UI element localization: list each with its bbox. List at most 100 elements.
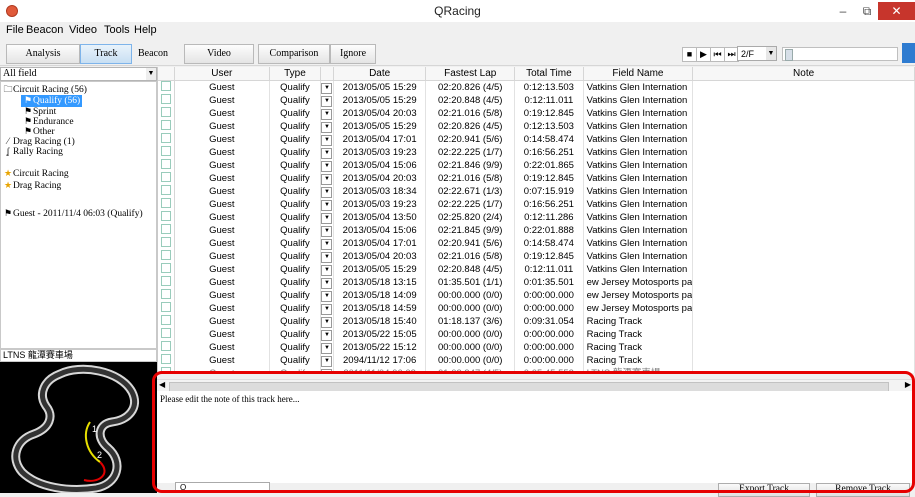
table-row[interactable]: Guest Qualify ▼ 2013/05/04 17:01 02:20.941 (… — [158, 237, 915, 250]
row-checkbox[interactable] — [160, 250, 171, 260]
table-row[interactable]: Guest Qualify ▼ 2013/05/04 17:01 02:20.941 (… — [158, 133, 915, 146]
chevron-down-icon[interactable]: ▼ — [321, 174, 333, 185]
col-type-dd[interactable] — [320, 67, 334, 81]
chevron-down-icon[interactable]: ▼ — [146, 68, 156, 80]
col-note[interactable]: Note — [692, 67, 915, 81]
chevron-down-icon[interactable]: ▼ — [321, 317, 333, 328]
table-row[interactable]: Guest Qualify ▼ 2013/05/18 13:15 01:35.501 (… — [158, 276, 915, 289]
field-filter-select[interactable]: All field — [0, 67, 157, 81]
chevron-down-icon[interactable]: ▼ — [321, 122, 333, 133]
chevron-down-icon[interactable]: ▼ — [321, 291, 333, 302]
scroll-right-icon[interactable]: ▶ — [905, 380, 911, 389]
horizontal-scrollbar[interactable]: ◀ ▶ — [157, 379, 915, 392]
row-checkbox[interactable] — [160, 341, 171, 351]
table-row[interactable]: Guest Qualify ▼ 2013/05/18 14:09 00:00.000 (… — [158, 289, 915, 302]
tree-item-drag-racing-fav[interactable]: ★Drag Racing — [3, 180, 61, 192]
row-checkbox[interactable] — [160, 172, 171, 182]
menu-video[interactable]: Video — [69, 24, 97, 36]
chevron-down-icon[interactable]: ▼ — [321, 135, 333, 146]
chevron-down-icon[interactable]: ▼ — [321, 369, 333, 373]
table-row[interactable]: Guest Qualify ▼ 2013/05/04 20:03 02:21.016 (… — [158, 250, 915, 263]
chevron-down-icon[interactable]: ▼ — [321, 83, 333, 94]
prev-icon[interactable]: ⏮ — [710, 47, 725, 62]
track-note-textarea[interactable]: Please edit the note of this track here.… — [157, 391, 915, 483]
chevron-down-icon[interactable]: ▼ — [321, 304, 333, 315]
export-track-button[interactable]: Export Track — [718, 483, 810, 497]
table-row[interactable]: Guest Qualify ▼ 2013/05/05 15:29 02:20.826 (… — [158, 80, 915, 94]
stop-icon[interactable]: ■ — [682, 47, 697, 62]
tree-item-guest-session[interactable]: ⚑Guest - 2011/11/4 06:03 (Qualify) — [3, 208, 143, 220]
col-field-name[interactable]: Field Name — [583, 67, 694, 81]
table-row[interactable]: Guest Qualify ▼ 2013/05/04 20:03 02:21.016 (… — [158, 172, 915, 185]
menu-help[interactable]: Help — [134, 24, 157, 36]
chevron-down-icon[interactable]: ▼ — [321, 356, 333, 367]
chevron-down-icon[interactable]: ▼ — [321, 200, 333, 211]
row-checkbox[interactable] — [160, 159, 171, 169]
row-checkbox[interactable] — [160, 81, 171, 91]
chevron-down-icon[interactable]: ▼ — [321, 213, 333, 224]
table-row[interactable]: Guest Qualify ▼ 2013/05/04 15:06 02:21.845 (… — [158, 224, 915, 237]
chevron-down-icon[interactable]: ▼ — [321, 330, 333, 341]
row-checkbox[interactable] — [160, 367, 171, 373]
chevron-down-icon[interactable]: ▼ — [321, 187, 333, 198]
menu-beacon[interactable]: Beacon — [26, 24, 63, 36]
chevron-down-icon[interactable]: ▼ — [321, 161, 333, 172]
table-row[interactable]: Guest Qualify ▼ 2013/05/04 20:03 02:21.016 (… — [158, 107, 915, 120]
minimize-button[interactable]: – — [832, 2, 854, 20]
ignore-tab[interactable]: Ignore — [330, 44, 376, 64]
speed-select[interactable]: 2/F ▼ — [737, 46, 777, 61]
row-checkbox[interactable] — [160, 224, 171, 234]
chevron-down-icon[interactable]: ▼ — [321, 278, 333, 289]
chevron-down-icon[interactable]: ▼ — [321, 96, 333, 107]
menu-tools[interactable]: Tools — [104, 24, 130, 36]
table-row[interactable]: Guest Qualify ▼ 2013/05/05 15:29 02:20.826 (… — [158, 120, 915, 133]
table-row[interactable]: Guest Qualify ▼ 2094/11/12 17:06 00:00.000 (… — [158, 354, 915, 367]
row-checkbox[interactable] — [160, 302, 171, 312]
chevron-down-icon[interactable]: ▼ — [321, 226, 333, 237]
row-checkbox[interactable] — [160, 289, 171, 299]
search-input[interactable]: Q — [175, 482, 270, 493]
row-checkbox[interactable] — [160, 94, 171, 104]
row-checkbox[interactable] — [160, 185, 171, 195]
col-select[interactable] — [158, 67, 175, 81]
row-checkbox[interactable] — [160, 198, 171, 208]
row-checkbox[interactable] — [160, 328, 171, 338]
table-row[interactable]: Guest Qualify ▼ 2013/05/22 15:12 00:00.000 (… — [158, 341, 915, 354]
col-user[interactable]: User — [174, 67, 270, 81]
tree-item-rally-racing[interactable]: ʆ Rally Racing — [3, 146, 63, 158]
panel-toggle-handle[interactable] — [902, 43, 915, 63]
table-row[interactable]: Guest Qualify ▼ 2013/05/04 13:50 02:25.820 (… — [158, 211, 915, 224]
row-checkbox[interactable] — [160, 146, 171, 156]
col-fastest-lap[interactable]: Fastest Lap — [425, 67, 516, 81]
maximize-button[interactable]: ⧉ — [856, 2, 878, 20]
row-checkbox[interactable] — [160, 315, 171, 325]
row-checkbox[interactable] — [160, 354, 171, 364]
chevron-down-icon[interactable]: ▼ — [321, 252, 333, 263]
col-total-time[interactable]: Total Time — [514, 67, 584, 81]
scroll-left-icon[interactable]: ◀ — [159, 380, 165, 389]
table-row[interactable]: Guest Qualify ▼ 2013/05/04 15:06 02:21.846 (… — [158, 159, 915, 172]
track-tab[interactable]: Track — [80, 44, 132, 64]
table-row[interactable]: Guest Qualify ▼ 2013/05/05 15:29 02:20.848 (… — [158, 94, 915, 107]
menu-file[interactable]: File — [6, 24, 24, 36]
chevron-down-icon[interactable]: ▼ — [321, 239, 333, 250]
chevron-down-icon[interactable]: ▼ — [321, 109, 333, 120]
table-row[interactable]: Guest Qualify ▼ 2013/05/05 15:29 02:20.848 (… — [158, 263, 915, 276]
play-icon[interactable]: ▶ — [696, 47, 711, 62]
slider-thumb[interactable] — [785, 49, 793, 61]
chevron-down-icon[interactable]: ▼ — [321, 343, 333, 354]
table-row[interactable]: Guest Qualify ▼ 2013/05/22 15:05 00:00.000 (… — [158, 328, 915, 341]
chevron-down-icon[interactable]: ▼ — [321, 265, 333, 276]
col-date[interactable]: Date — [333, 67, 427, 81]
table-row[interactable]: GuestQualify▼2011/11/04 06:0301:03.947 (… — [158, 367, 915, 373]
playback-slider[interactable] — [782, 47, 898, 61]
table-row[interactable]: Guest Qualify ▼ 2013/05/03 18:34 02:22.671 (… — [158, 185, 915, 198]
analysis-tab[interactable]: Analysis — [6, 44, 80, 64]
close-button[interactable]: ✕ — [878, 2, 915, 20]
row-checkbox[interactable] — [160, 120, 171, 130]
video-tab[interactable]: Video — [184, 44, 254, 64]
remove-track-button[interactable]: Remove Track — [816, 483, 910, 497]
table-row[interactable]: Guest Qualify ▼ 2013/05/03 19:23 02:22.225 (… — [158, 198, 915, 211]
row-checkbox[interactable] — [160, 276, 171, 286]
table-row[interactable]: Guest Qualify ▼ 2013/05/03 19:23 02:22.225 (… — [158, 146, 915, 159]
